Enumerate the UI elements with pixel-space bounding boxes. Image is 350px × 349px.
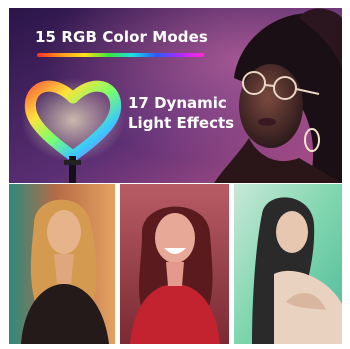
headline-color-modes: 15 RGB Color Modes [35,28,208,46]
rgb-banner: 15 RGB Color Modes 17 Dynamic Light Effe… [9,8,342,183]
headline-light-effects: 17 Dynamic Light Effects [128,93,234,133]
photo-woman-red-light [120,184,229,344]
effects-line-2: Light Effects [128,114,235,132]
rainbow-divider [37,53,204,57]
photo-woman-green-light [234,184,342,344]
product-image: 15 RGB Color Modes 17 Dynamic Light Effe… [0,0,350,349]
photo-woman-orange-light [9,184,115,344]
effects-line-1: 17 Dynamic [128,94,227,112]
